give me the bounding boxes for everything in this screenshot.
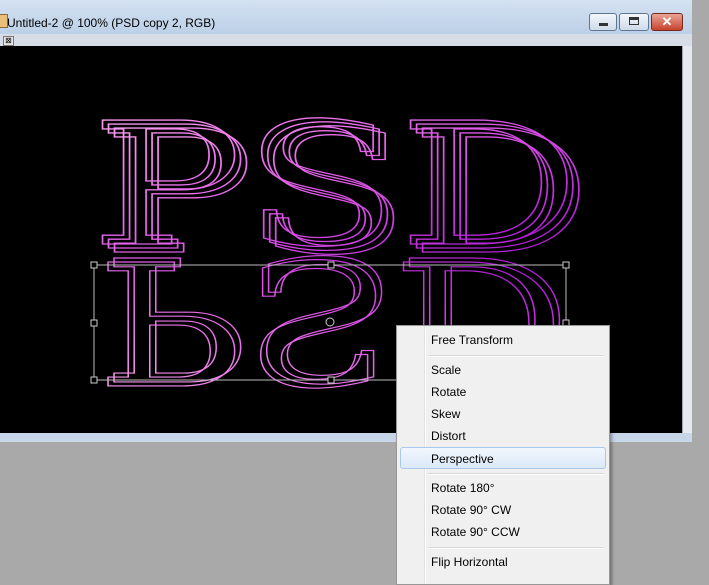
menu-item-rotate-90-ccw[interactable]: Rotate 90° CCW: [400, 521, 606, 543]
context-menu: Free Transform Scale Rotate Skew Distort…: [396, 325, 610, 585]
maximize-icon: [629, 17, 639, 25]
menu-item-rotate-90-cw[interactable]: Rotate 90° CW: [400, 499, 606, 521]
document-header-strip: [0, 34, 692, 46]
menu-separator: [428, 473, 604, 475]
window-title: Untitled-2 @ 100% (PSD copy 2, RGB): [7, 16, 216, 30]
minimize-icon: [599, 23, 608, 26]
menu-item-free-transform[interactable]: Free Transform: [400, 329, 606, 351]
close-icon: ✕: [661, 14, 673, 29]
close-button[interactable]: ✕: [651, 13, 683, 31]
collapse-icon[interactable]: ⊠: [3, 36, 14, 46]
maximize-button[interactable]: [619, 13, 649, 31]
menu-item-distort[interactable]: Distort: [400, 425, 606, 447]
menu-item-flip-horizontal[interactable]: Flip Horizontal: [400, 551, 606, 573]
menu-item-rotate-180[interactable]: Rotate 180°: [400, 477, 606, 499]
menu-item-skew[interactable]: Skew: [400, 403, 606, 425]
title-bar[interactable]: Untitled-2 @ 100% (PSD copy 2, RGB) ✕: [0, 0, 692, 34]
menu-separator: [428, 355, 604, 357]
minimize-button[interactable]: [589, 13, 617, 31]
menu-item-perspective[interactable]: Perspective: [400, 447, 606, 469]
vertical-scrollbar[interactable]: [682, 46, 692, 433]
menu-separator: [428, 547, 604, 549]
menu-item-scale[interactable]: Scale: [400, 359, 606, 381]
menu-item-rotate[interactable]: Rotate: [400, 381, 606, 403]
